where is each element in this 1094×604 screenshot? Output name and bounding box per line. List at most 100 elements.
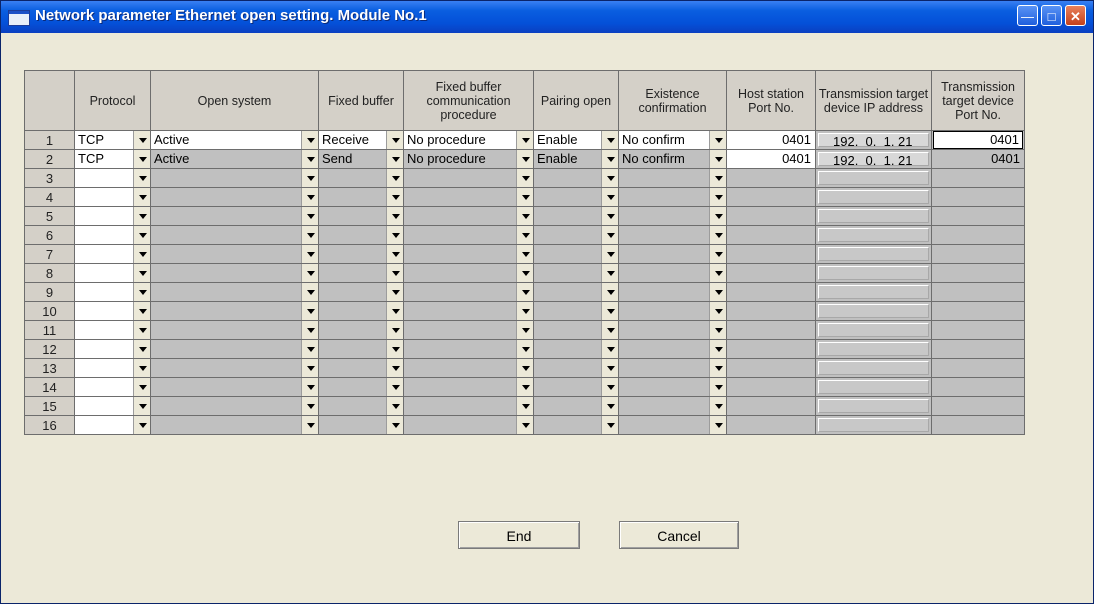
existence-confirmation-select[interactable] [618,396,727,416]
ip-address-box[interactable] [818,399,929,413]
chevron-down-icon[interactable] [386,226,403,244]
chevron-down-icon[interactable] [601,245,618,263]
target-port-field[interactable] [931,244,1025,264]
chevron-down-icon[interactable] [301,188,318,206]
procedure-select[interactable] [403,377,534,397]
open-system-select[interactable] [150,396,319,416]
open-system-select[interactable] [150,244,319,264]
ip-address-box[interactable] [818,361,929,375]
chevron-down-icon[interactable] [133,245,150,263]
chevron-down-icon[interactable] [516,359,533,377]
ip-address-box[interactable] [818,342,929,356]
target-ip-field[interactable] [815,358,932,378]
host-port-field[interactable] [726,282,816,302]
procedure-select[interactable] [403,244,534,264]
chevron-down-icon[interactable] [301,397,318,415]
host-port-field[interactable] [726,225,816,245]
target-ip-field[interactable] [815,320,932,340]
fixed-buffer-select[interactable] [318,244,404,264]
protocol-select[interactable] [74,358,151,378]
target-port-field[interactable] [931,168,1025,188]
pairing-open-select[interactable]: Enable [533,130,619,150]
open-system-select[interactable] [150,301,319,321]
chevron-down-icon[interactable] [301,245,318,263]
chevron-down-icon[interactable] [133,188,150,206]
host-port-field[interactable] [726,396,816,416]
fixed-buffer-select[interactable] [318,187,404,207]
target-ip-field[interactable] [815,225,932,245]
protocol-select[interactable] [74,415,151,435]
procedure-select[interactable] [403,187,534,207]
fixed-buffer-select[interactable] [318,396,404,416]
pairing-open-select[interactable] [533,282,619,302]
chevron-down-icon[interactable] [133,131,150,149]
chevron-down-icon[interactable] [301,131,318,149]
protocol-select[interactable] [74,187,151,207]
target-ip-field[interactable] [815,301,932,321]
procedure-select[interactable] [403,339,534,359]
ip-address-box[interactable] [818,323,929,337]
chevron-down-icon[interactable] [516,340,533,358]
target-ip-field[interactable]: 192. 0. 1. 21 [815,149,932,169]
chevron-down-icon[interactable] [709,264,726,282]
chevron-down-icon[interactable] [709,283,726,301]
pairing-open-select[interactable] [533,377,619,397]
target-port-field[interactable] [931,339,1025,359]
target-ip-field[interactable] [815,415,932,435]
existence-confirmation-select[interactable] [618,187,727,207]
pairing-open-select[interactable] [533,358,619,378]
title-bar[interactable]: Network parameter Ethernet open setting.… [1,1,1093,33]
chevron-down-icon[interactable] [301,169,318,187]
chevron-down-icon[interactable] [709,245,726,263]
host-port-field[interactable]: 0401 [726,130,816,150]
fixed-buffer-select[interactable] [318,320,404,340]
chevron-down-icon[interactable] [601,264,618,282]
host-port-field[interactable] [726,187,816,207]
chevron-down-icon[interactable] [301,150,318,168]
host-port-field[interactable]: 0401 [726,149,816,169]
chevron-down-icon[interactable] [386,131,403,149]
procedure-select[interactable] [403,168,534,188]
chevron-down-icon[interactable] [601,321,618,339]
chevron-down-icon[interactable] [386,378,403,396]
fixed-buffer-select[interactable] [318,282,404,302]
host-port-field[interactable] [726,168,816,188]
existence-confirmation-select[interactable] [618,225,727,245]
chevron-down-icon[interactable] [709,397,726,415]
chevron-down-icon[interactable] [516,264,533,282]
chevron-down-icon[interactable] [601,283,618,301]
protocol-select[interactable] [74,339,151,359]
target-ip-field[interactable] [815,263,932,283]
open-system-select[interactable] [150,358,319,378]
chevron-down-icon[interactable] [601,416,618,434]
open-system-select[interactable] [150,339,319,359]
ip-address-box[interactable] [818,304,929,318]
existence-confirmation-select[interactable] [618,206,727,226]
chevron-down-icon[interactable] [386,207,403,225]
existence-confirmation-select[interactable]: No confirm [618,149,727,169]
open-system-select[interactable] [150,320,319,340]
ip-address-box[interactable]: 192. 0. 1. 21 [818,133,929,149]
target-ip-field[interactable] [815,339,932,359]
minimize-button[interactable]: — [1017,5,1038,26]
chevron-down-icon[interactable] [516,226,533,244]
pairing-open-select[interactable] [533,339,619,359]
open-system-select[interactable] [150,206,319,226]
chevron-down-icon[interactable] [386,321,403,339]
fixed-buffer-select[interactable] [318,415,404,435]
fixed-buffer-select[interactable] [318,358,404,378]
target-ip-field[interactable] [815,244,932,264]
existence-confirmation-select[interactable] [618,339,727,359]
host-port-field[interactable] [726,415,816,435]
existence-confirmation-select[interactable] [618,301,727,321]
chevron-down-icon[interactable] [301,321,318,339]
chevron-down-icon[interactable] [601,226,618,244]
protocol-select[interactable]: TCP [74,130,151,150]
chevron-down-icon[interactable] [386,169,403,187]
chevron-down-icon[interactable] [133,397,150,415]
chevron-down-icon[interactable] [601,150,618,168]
ip-address-box[interactable] [818,418,929,432]
protocol-select[interactable] [74,263,151,283]
chevron-down-icon[interactable] [516,245,533,263]
pairing-open-select[interactable] [533,396,619,416]
